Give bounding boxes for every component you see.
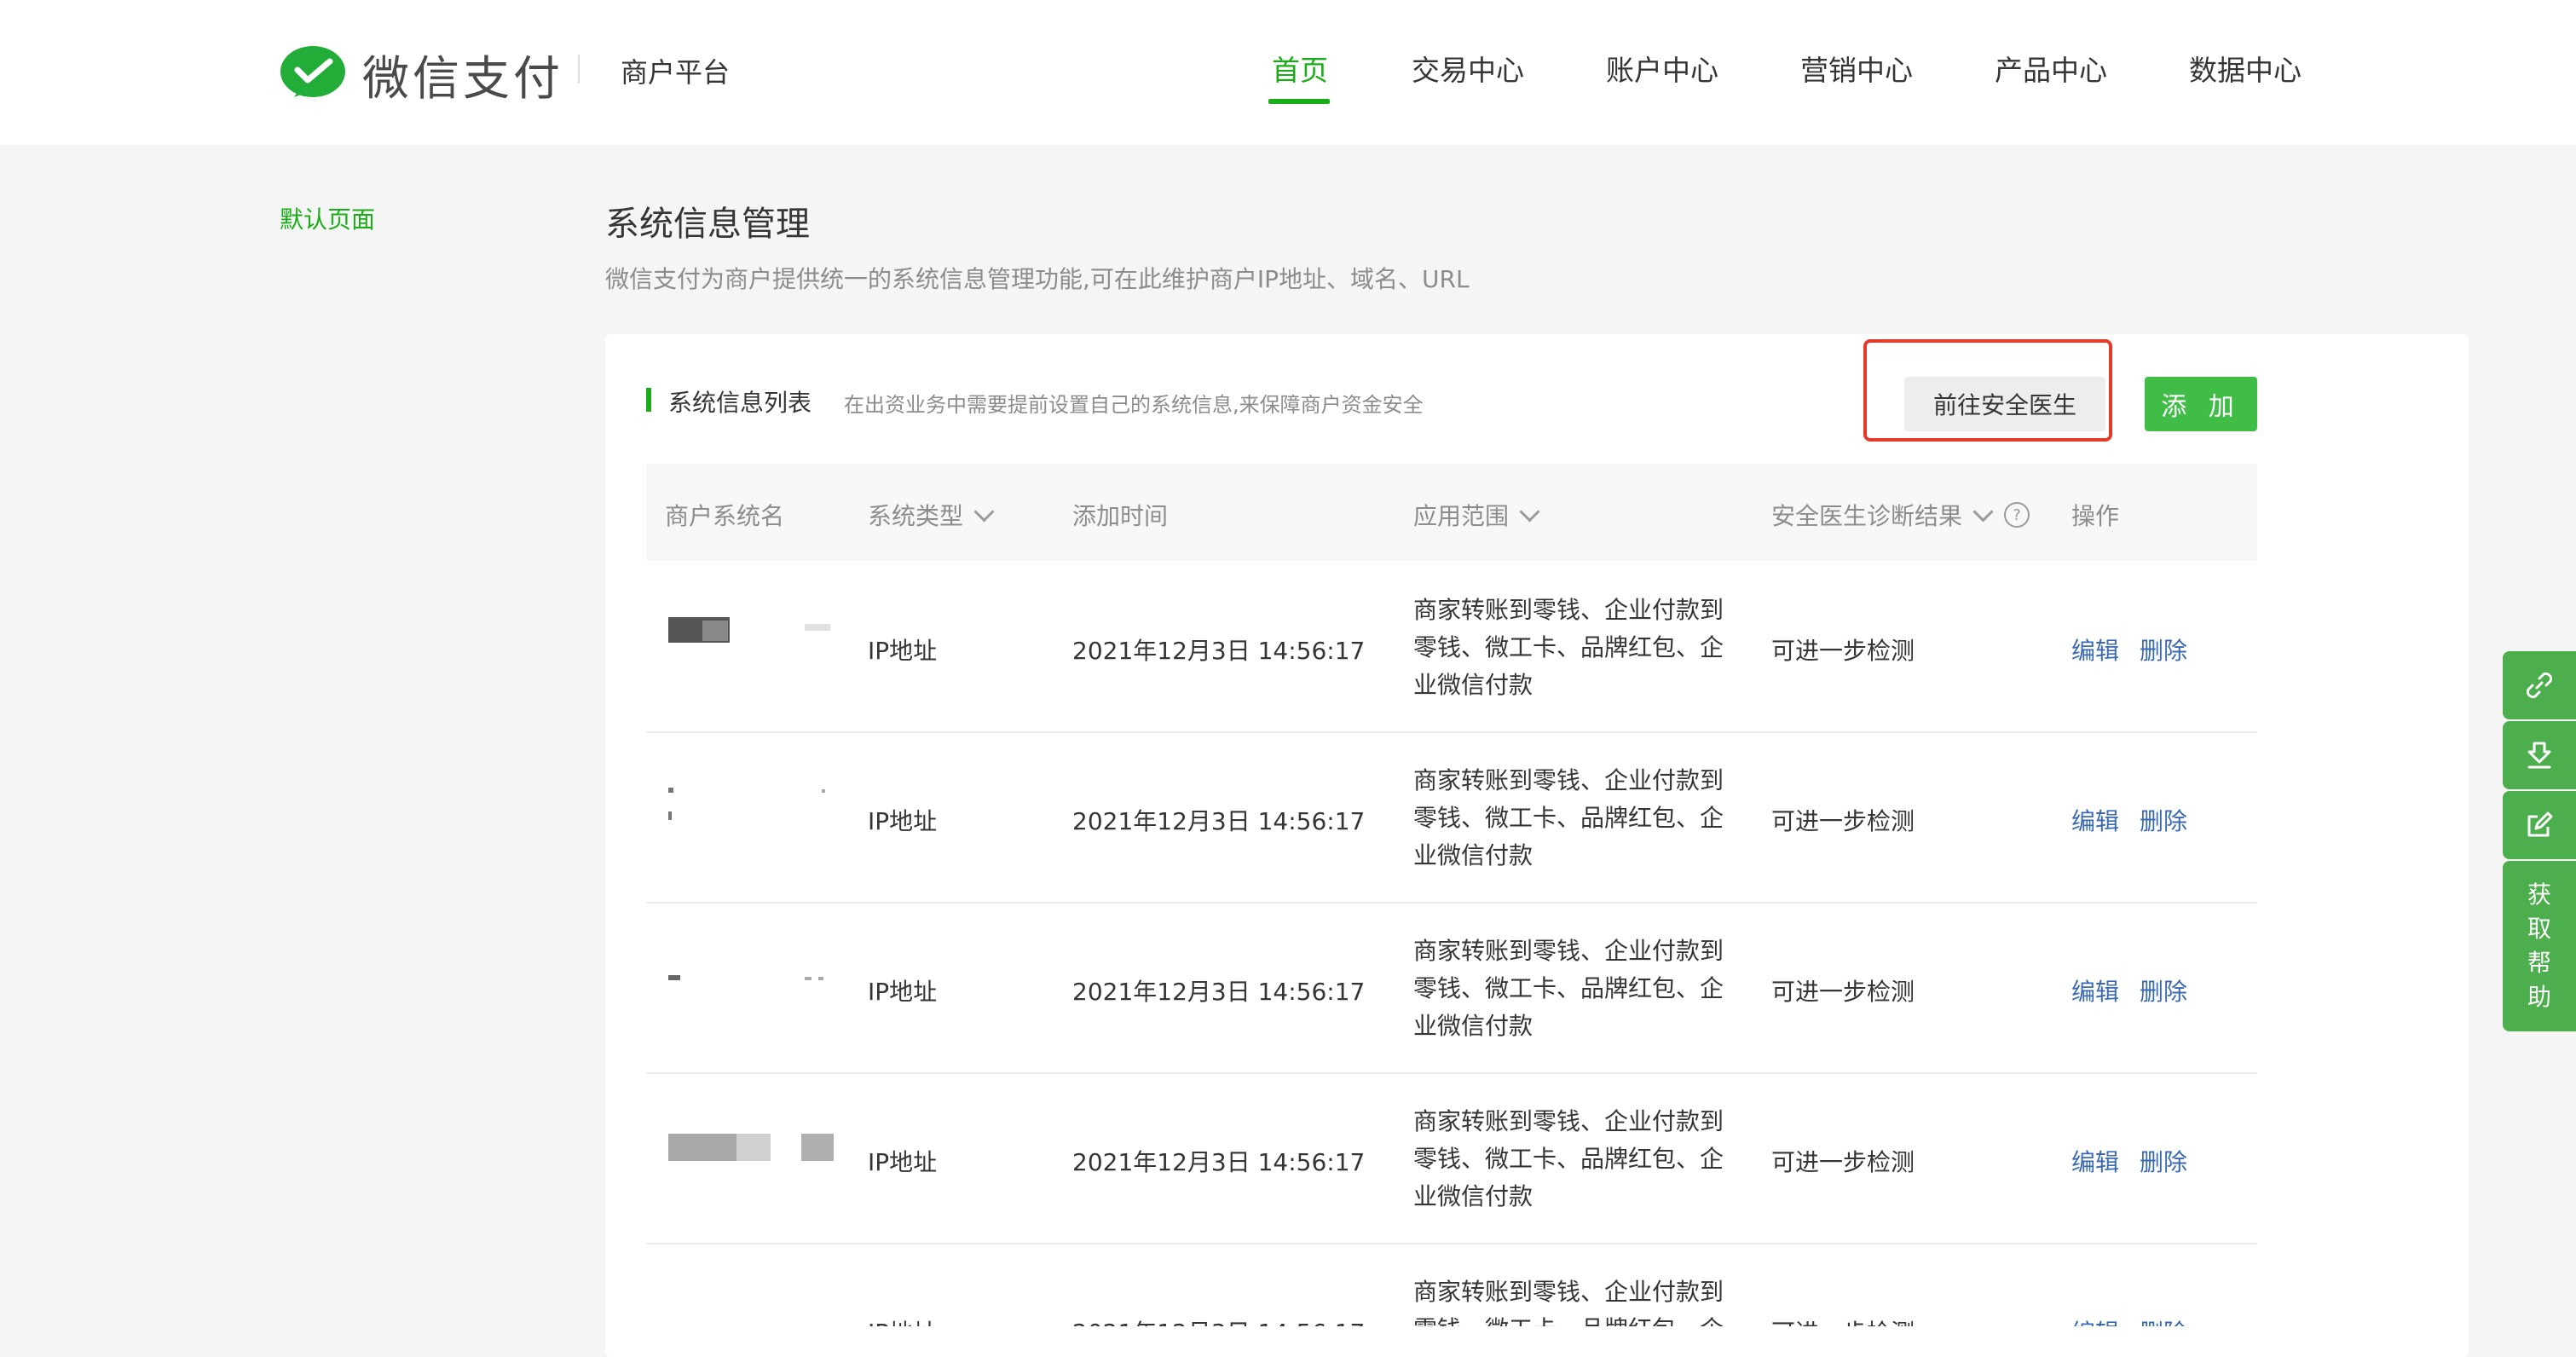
card-title-accent — [646, 388, 651, 412]
sidebar-item-default-page[interactable]: 默认页面 — [280, 201, 375, 235]
row-system-type: IP地址 — [868, 1314, 937, 1326]
row-added-time: 2021年12月3日 14:56:17 — [1072, 637, 1366, 665]
col-header-label: 安全医生诊断结果 — [1771, 502, 1963, 530]
row-scope: 商家转账到零钱、企业付款到零钱、微工卡、品牌红包、企业微信付款 — [1413, 766, 1724, 869]
highlight-annotation — [1863, 339, 2112, 442]
edit-icon — [2527, 811, 2553, 837]
nav-item-marketing[interactable]: 营销中心 — [1800, 48, 1913, 89]
nav-active-indicator — [1268, 99, 1330, 104]
nav-item-products[interactable]: 产品中心 — [1995, 48, 2107, 89]
wechat-pay-logo[interactable]: 微信支付 — [279, 40, 563, 108]
row-scope: 商家转账到零钱、企业付款到零钱、微工卡、品牌红包、企业微信付款 — [1413, 937, 1724, 1040]
col-header-system-name: 商户系统名 — [665, 498, 784, 532]
col-header-label: 应用范围 — [1413, 502, 1510, 530]
table-row: IP地址 2021年12月3日 14:56:17 商家转账到零钱、企业付款到零钱… — [646, 731, 2257, 904]
table-row: IP地址 2021年12月3日 14:56:17 商家转账到零钱、企业付款到零钱… — [646, 902, 2257, 1074]
row-doctor-result: 可进一步检测 — [1771, 978, 1915, 1006]
page-title: 系统信息管理 — [605, 205, 810, 244]
col-header-added-time: 添加时间 — [1072, 498, 1168, 532]
row-added-time: 2021年12月3日 14:56:17 — [1072, 1148, 1366, 1176]
question-icon[interactable]: ? — [2004, 502, 2030, 528]
table-row: IP地址 2021年12月3日 14:56:17 商家转账到零钱、企业付款到零钱… — [646, 1243, 2257, 1326]
row-system-type: IP地址 — [868, 807, 938, 835]
link-icon — [2526, 672, 2553, 699]
brand-name: 微信支付 — [362, 51, 564, 106]
nav-item-data[interactable]: 数据中心 — [2189, 48, 2302, 89]
get-help-button[interactable]: 获 取 帮 助 — [2503, 861, 2576, 1031]
row-scope: 商家转账到零钱、企业付款到零钱、微工卡、品牌红包、企业微信付款 — [1413, 1107, 1724, 1210]
redacted-system-name — [668, 1289, 839, 1326]
header-divider — [578, 55, 580, 84]
card-title: 系统信息列表 — [668, 389, 812, 417]
row-scope: 商家转账到零钱、企业付款到零钱、微工卡、品牌红包、企业微信付款 — [1413, 1278, 1724, 1326]
row-system-type: IP地址 — [868, 637, 938, 665]
delete-link[interactable]: 删除 — [2140, 973, 2187, 1008]
chevron-down-icon[interactable] — [973, 500, 995, 523]
col-header-label: 商户系统名 — [665, 502, 785, 530]
redacted-system-name — [668, 607, 839, 658]
redacted-system-name — [668, 777, 839, 829]
help-char: 助 — [2527, 983, 2551, 1011]
link-button[interactable] — [2503, 651, 2576, 719]
nav-item-transactions[interactable]: 交易中心 — [1412, 48, 1524, 89]
col-header-doctor-result[interactable]: 安全医生诊断结果? — [1771, 498, 2030, 532]
table-header: 商户系统名 系统类型 添加时间 应用范围 安全医生诊断结果? 操作 — [646, 464, 2257, 561]
row-added-time: 2021年12月3日 14:56:17 — [1072, 1314, 1365, 1326]
col-header-scope[interactable]: 应用范围 — [1413, 498, 1540, 532]
delete-link[interactable]: 删除 — [2140, 632, 2187, 667]
table-row: IP地址 2021年12月3日 14:56:17 商家转账到零钱、企业付款到零钱… — [646, 1072, 2257, 1244]
row-system-type: IP地址 — [868, 1148, 938, 1176]
delete-link[interactable]: 删除 — [2140, 1144, 2187, 1178]
help-char: 帮 — [2527, 949, 2551, 977]
edit-link[interactable]: 编辑 — [2071, 803, 2119, 837]
card-hint: 在出资业务中需要提前设置自己的系统信息,来保障商户资金安全 — [844, 393, 1424, 417]
table-row: IP地址 2021年12月3日 14:56:17 商家转账到零钱、企业付款到零钱… — [646, 561, 2257, 733]
col-header-actions: 操作 — [2071, 498, 2119, 532]
redacted-system-name — [668, 1118, 839, 1169]
platform-name: 商户平台 — [621, 56, 731, 89]
download-icon — [2527, 742, 2551, 769]
edit-link[interactable]: 编辑 — [2071, 632, 2119, 667]
help-char: 取 — [2527, 915, 2551, 943]
help-char: 获 — [2527, 881, 2551, 909]
add-button[interactable]: 添 加 — [2145, 377, 2257, 431]
row-doctor-result: 可进一步检测 — [1771, 637, 1915, 665]
top-bar: 微信支付 商户平台 首页 交易中心 账户中心 营销中心 产品中心 数据中心 — [0, 0, 2576, 145]
nav-item-home[interactable]: 首页 — [1272, 48, 1328, 89]
wechat-pay-logo-icon — [280, 46, 345, 97]
row-doctor-result: 可进一步检测 — [1771, 1148, 1915, 1176]
delete-link[interactable]: 删除 — [2140, 803, 2187, 837]
page-description: 微信支付为商户提供统一的系统信息管理功能,可在此维护商户IP地址、域名、URL — [605, 265, 1470, 293]
delete-link[interactable]: 删除 — [2140, 1314, 2187, 1326]
row-system-type: IP地址 — [868, 978, 938, 1006]
col-header-system-type[interactable]: 系统类型 — [868, 498, 995, 532]
download-button[interactable] — [2503, 721, 2576, 789]
col-header-label: 操作 — [2071, 502, 2120, 530]
edit-link[interactable]: 编辑 — [2071, 1144, 2119, 1178]
row-doctor-result: 可进一步检测 — [1771, 1314, 1915, 1326]
row-added-time: 2021年12月3日 14:56:17 — [1072, 978, 1366, 1006]
edit-link[interactable]: 编辑 — [2071, 1314, 2119, 1326]
col-header-label: 系统类型 — [868, 502, 964, 530]
row-doctor-result: 可进一步检测 — [1771, 807, 1915, 835]
feedback-button[interactable] — [2503, 791, 2576, 859]
row-scope: 商家转账到零钱、企业付款到零钱、微工卡、品牌红包、企业微信付款 — [1413, 596, 1724, 699]
chevron-down-icon[interactable] — [1972, 500, 1994, 523]
nav-item-account[interactable]: 账户中心 — [1606, 48, 1718, 89]
edit-link[interactable]: 编辑 — [2071, 973, 2119, 1008]
chevron-down-icon[interactable] — [1519, 500, 1540, 523]
row-added-time: 2021年12月3日 14:56:17 — [1072, 807, 1366, 835]
col-header-label: 添加时间 — [1072, 502, 1169, 530]
redacted-system-name — [668, 948, 839, 999]
